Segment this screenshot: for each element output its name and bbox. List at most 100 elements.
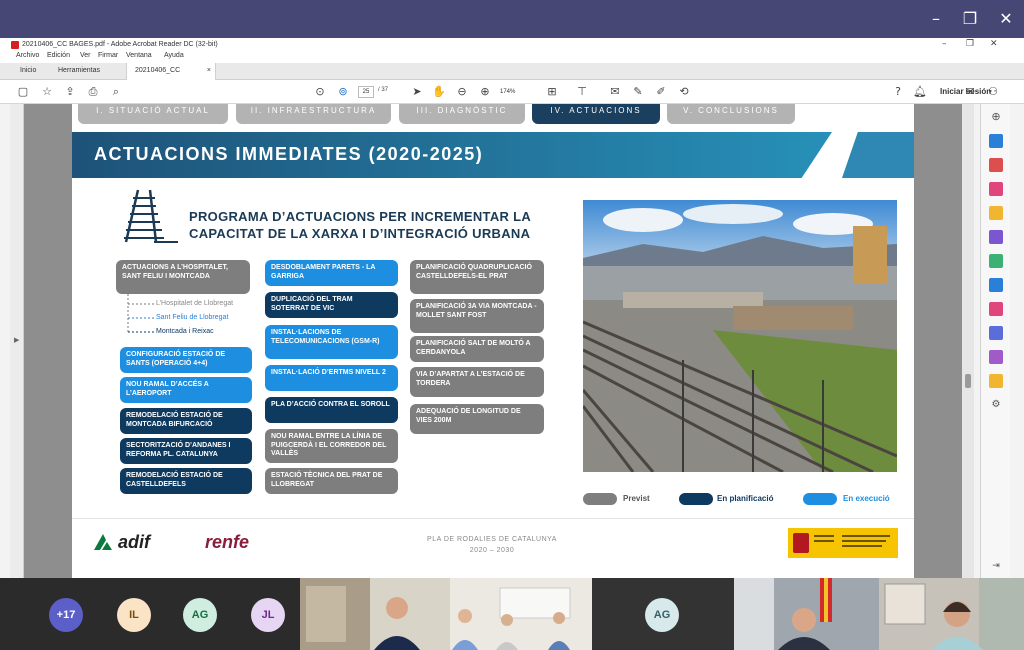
stamp-icon[interactable]: ⟲ <box>677 85 691 99</box>
page-total: / 37 <box>378 87 389 93</box>
participant-video-home[interactable] <box>879 578 1024 650</box>
menu-ayuda[interactable]: Ayuda <box>164 52 184 59</box>
section-tab-1: I. SITUACIÓ ACTUAL <box>78 104 228 124</box>
sign-tool-icon[interactable] <box>989 350 1003 364</box>
gov-text-line <box>814 535 834 537</box>
action-prat-technical: ESTACIÓ TÈCNICA DEL PRAT DE LLOBREGAT <box>265 468 398 494</box>
acrobat-close-icon[interactable]: ✕ <box>990 38 998 51</box>
minimize-icon[interactable]: – <box>924 8 948 30</box>
help-icon[interactable]: ? <box>891 85 905 99</box>
legend-previst: Previst <box>623 494 650 503</box>
legend-swatch-previst <box>583 493 617 505</box>
fill-sign-icon[interactable] <box>940 85 954 99</box>
comment-tool-icon[interactable] <box>989 206 1003 220</box>
footer-line-1: PLA DE RODALIES DE CATALUNYA <box>427 536 557 543</box>
close-icon[interactable]: ✕ <box>994 8 1018 30</box>
save-icon[interactable]: ▢ <box>16 85 30 99</box>
upload-icon[interactable]: ⇪ <box>63 85 77 99</box>
zoom-out-icon[interactable]: ⊖ <box>455 85 469 99</box>
tab-document[interactable]: 20210406_CC BAGE... × <box>126 63 216 90</box>
share-user-icon[interactable]: ⚇ <box>986 85 1000 99</box>
more-participants-badge[interactable]: +17 <box>49 598 83 632</box>
meeting-title-bar <box>0 0 1024 38</box>
gov-text-line <box>842 540 886 542</box>
participant-avatar[interactable]: AG <box>645 598 679 632</box>
participant-avatar[interactable]: IL <box>117 598 151 632</box>
tab-inicio[interactable]: Inicio <box>12 63 44 80</box>
expand-left-icon[interactable]: ▶ <box>14 336 19 344</box>
action-airport-branch: NOU RAMAL D’ACCÉS A L’AEROPORT <box>120 377 252 403</box>
toolbar: ▢ ☆ ⇪ ⎙ ⌕ ⊙ ⊚ 25 / 37 ➤ ✋ ⊖ ⊕ 174% ⊞ ⊤ ✉… <box>0 80 1024 104</box>
footer-title: PLA DE RODALIES DE CATALUNYA 2020 – 2030 <box>392 534 592 556</box>
fit-page-icon[interactable]: ⊞ <box>545 85 559 99</box>
menu-firmar[interactable]: Firmar <box>98 52 118 59</box>
search-icon[interactable]: ⌕ <box>109 85 123 99</box>
combine-files-icon[interactable] <box>989 230 1003 244</box>
menu-edicion[interactable]: Edición <box>47 52 70 59</box>
select-pointer-icon[interactable]: ➤ <box>410 85 424 99</box>
create-pdf-icon[interactable] <box>989 158 1003 172</box>
zoom-tool-icon[interactable]: ⊕ <box>989 110 1003 124</box>
print-icon[interactable]: ⎙ <box>86 85 100 99</box>
participant-video-office[interactable] <box>734 578 879 650</box>
tab-herramientas[interactable]: Herramientas <box>50 63 108 80</box>
menu-archivo[interactable]: Archivo <box>16 52 39 59</box>
page-up-icon[interactable]: ⊙ <box>313 85 327 99</box>
action-castelldefels-prat: PLANIFICACIÓ QUADRUPLICACIÓ CASTELLDEFEL… <box>410 260 544 294</box>
sub-tree-lines <box>127 294 154 333</box>
export-pdf-icon[interactable] <box>989 134 1003 148</box>
send-review-icon[interactable] <box>989 374 1003 388</box>
notifications-bell-icon[interactable]: 🔔︎ <box>913 85 927 99</box>
spain-coat-of-arms-icon <box>793 533 809 553</box>
participant-avatar[interactable]: AG <box>183 598 217 632</box>
tab-close-icon[interactable]: × <box>207 63 211 79</box>
left-panel-collapsed[interactable]: ▶ <box>10 104 24 578</box>
page-down-icon[interactable]: ⊚ <box>336 85 350 99</box>
footer-divider <box>72 518 914 519</box>
collapse-panel-icon[interactable]: ⇥ <box>989 558 1003 572</box>
gov-text-line <box>814 540 834 542</box>
action-pl-catalunya: SECTORITZACIÓ D’ANDANES I REFORMA PL. CA… <box>120 438 252 464</box>
participant-video-room[interactable] <box>300 578 592 650</box>
action-sants: CONFIGURACIÓ ESTACIÓ DE SANTS (OPERACIÓ … <box>120 347 252 373</box>
compress-pdf-icon[interactable] <box>989 278 1003 292</box>
renfe-logo: renfe <box>205 532 250 552</box>
acrobat-minimize-icon[interactable]: – <box>942 38 947 51</box>
title-banner-accent <box>842 132 914 178</box>
hand-tool-icon[interactable]: ✋ <box>432 85 446 99</box>
more-tools-icon[interactable]: ⚙ <box>989 398 1003 412</box>
menu-ventana[interactable]: Ventana <box>126 52 152 59</box>
scrollbar-thumb[interactable] <box>965 374 971 388</box>
section-tab-3: III. DIAGNÒSTIC <box>399 104 525 124</box>
highlight-icon[interactable]: ✎ <box>631 85 645 99</box>
adif-logo-mark <box>94 534 112 550</box>
acrobat-restore-icon[interactable]: ❐ <box>966 38 974 51</box>
participant-avatar[interactable]: JL <box>251 598 285 632</box>
protect-icon[interactable] <box>989 326 1003 340</box>
page-number-input[interactable]: 25 <box>358 86 374 98</box>
zoom-in-icon[interactable]: ⊕ <box>478 85 492 99</box>
legend-swatch-execucio <box>803 493 837 505</box>
slide-page: I. SITUACIÓ ACTUAL II. INFRAESTRUCTURA I… <box>72 104 914 578</box>
menu-ver[interactable]: Ver <box>80 52 91 59</box>
vertical-scrollbar[interactable] <box>962 104 974 578</box>
fill-sign-tool-icon[interactable] <box>989 302 1003 316</box>
section-tab-4: IV. ACTUACIONS <box>532 104 660 124</box>
right-tools-panel: ⊕ ⚙ ⇥ <box>980 104 1010 578</box>
restore-icon[interactable]: ❐ <box>958 8 982 30</box>
action-gsmr: INSTAL·LACIONS DE TELECOMUNICACIONS (GSM… <box>265 325 398 359</box>
edit-pdf-icon[interactable] <box>989 182 1003 196</box>
action-hospitalet-santfeliu-montcada: ACTUACIONS A L’HOSPITALET, SANT FELIU I … <box>116 260 250 294</box>
draw-icon[interactable]: ✐ <box>654 85 668 99</box>
scroll-mode-icon[interactable]: ⊤ <box>575 85 589 99</box>
legend-planificacio: En planificació <box>717 494 774 503</box>
tab-bar: Inicio Herramientas 20210406_CC BAGE... … <box>0 63 1024 90</box>
section-tab-5: V. CONCLUSIONS <box>667 104 795 124</box>
comment-icon[interactable]: ✉ <box>608 85 622 99</box>
footer-line-2: 2020 – 2030 <box>469 547 515 554</box>
program-title: PROGRAMA D’ACTUACIONS PER INCREMENTAR LA… <box>189 209 531 241</box>
organize-pages-icon[interactable] <box>989 254 1003 268</box>
bookmark-star-icon[interactable]: ☆ <box>40 85 54 99</box>
mail-icon[interactable]: ✉ <box>963 85 977 99</box>
zoom-select[interactable]: 174% <box>500 86 534 98</box>
